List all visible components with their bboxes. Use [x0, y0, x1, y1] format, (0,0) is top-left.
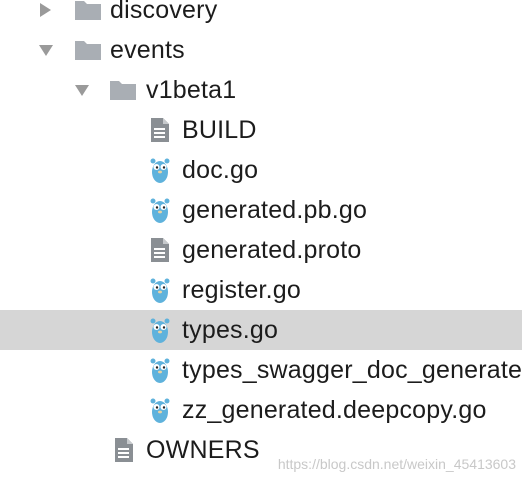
tree-item-label: zz_generated.deepcopy.go: [182, 396, 487, 424]
tree-item-generated-proto[interactable]: generated.proto: [0, 230, 522, 270]
tree-item-label: events: [110, 36, 185, 64]
tree-item-label: register.go: [182, 276, 301, 304]
folder-icon: [109, 76, 137, 104]
tree-item-register-go[interactable]: register.go: [0, 270, 522, 310]
text-file-icon: [146, 236, 174, 264]
tree-item-events[interactable]: events: [0, 30, 522, 70]
tree-item-discovery[interactable]: discovery: [0, 0, 522, 30]
folder-icon: [74, 0, 102, 24]
tree-item-types-swagger-doc-generated-go[interactable]: types_swagger_doc_generated.go: [0, 350, 522, 390]
collapse-arrow-icon[interactable]: [73, 81, 91, 99]
go-gopher-icon: [146, 196, 174, 224]
go-gopher-icon: [146, 396, 174, 424]
tree-item-label: generated.pb.go: [182, 196, 368, 224]
text-file-icon: [110, 436, 138, 464]
tree-item-label: discovery: [110, 0, 218, 24]
tree-item-zz-generated-deepcopy-go[interactable]: zz_generated.deepcopy.go: [0, 390, 522, 430]
tree-item-types-go[interactable]: types.go: [0, 310, 522, 350]
tree-item-v1beta1[interactable]: v1beta1: [0, 70, 522, 110]
go-gopher-icon: [146, 276, 174, 304]
tree-item-label: doc.go: [182, 156, 259, 184]
folder-icon: [74, 36, 102, 64]
tree-item-label: OWNERS: [146, 436, 260, 464]
tree-item-label: BUILD: [182, 116, 257, 144]
project-file-tree: discovery events v1beta1 BUILD doc.go ge…: [0, 0, 522, 480]
tree-item-generated-pb-go[interactable]: generated.pb.go: [0, 190, 522, 230]
expand-arrow-icon[interactable]: [36, 1, 54, 19]
collapse-arrow-icon[interactable]: [37, 41, 55, 59]
tree-item-label: types.go: [182, 316, 279, 344]
tree-item-label: v1beta1: [146, 76, 237, 104]
tree-item-label: types_swagger_doc_generated.go: [182, 356, 522, 384]
go-gopher-icon: [146, 356, 174, 384]
tree-item-doc-go[interactable]: doc.go: [0, 150, 522, 190]
go-gopher-icon: [146, 156, 174, 184]
go-gopher-icon: [146, 316, 174, 344]
text-file-icon: [146, 116, 174, 144]
watermark-text: https://blog.csdn.net/weixin_45413603: [277, 456, 516, 472]
tree-item-label: generated.proto: [182, 236, 362, 264]
tree-item-build[interactable]: BUILD: [0, 110, 522, 150]
